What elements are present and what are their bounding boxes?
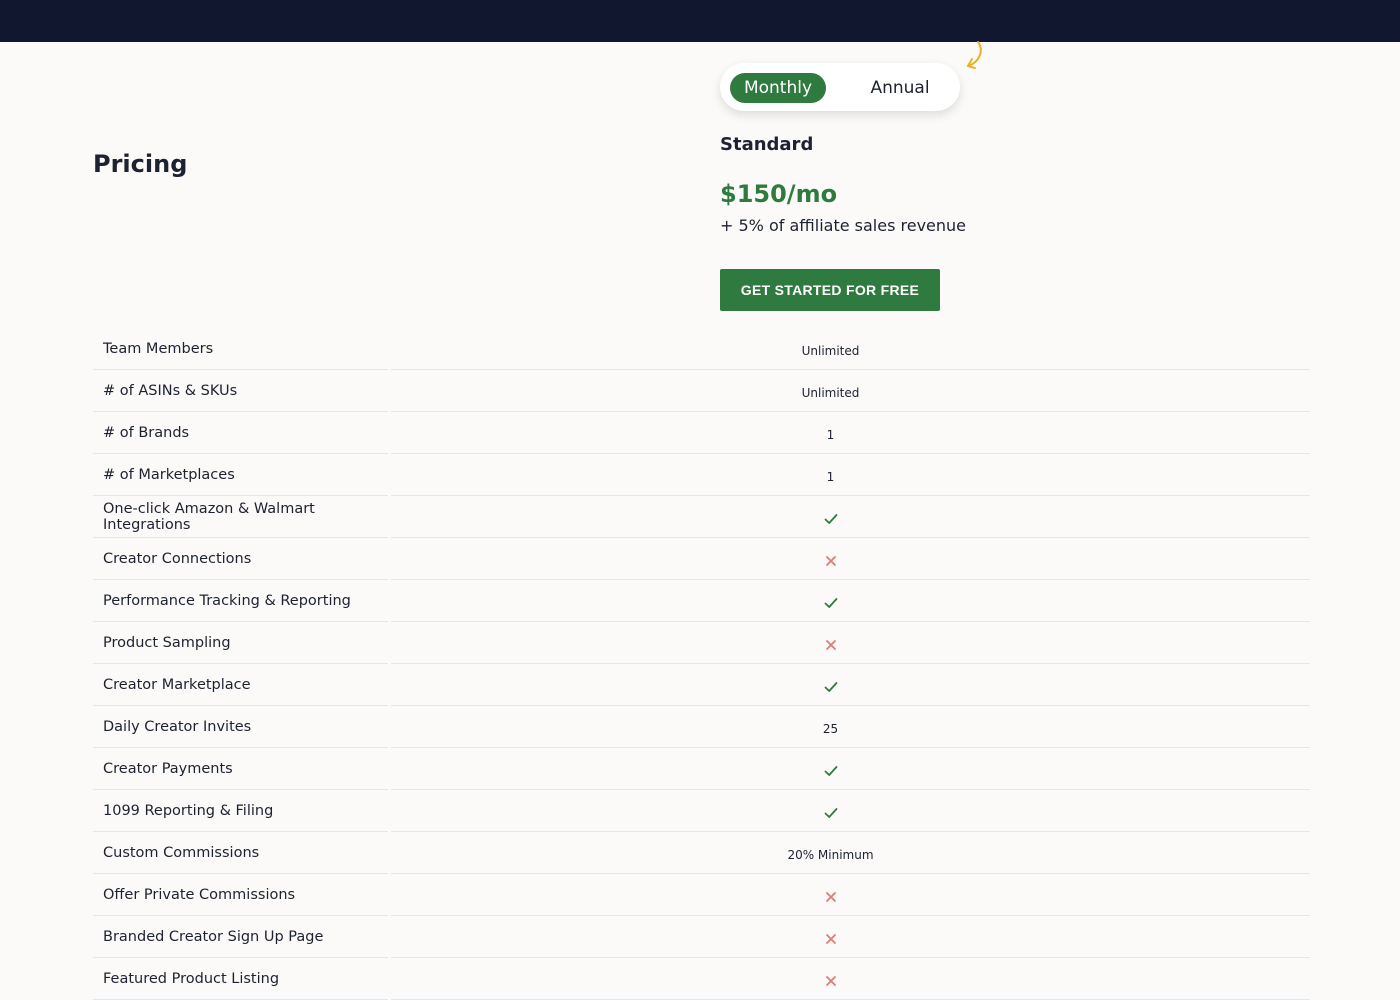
feature-value-cell (391, 748, 1310, 790)
cross-icon (825, 975, 836, 986)
feature-value-cell (391, 916, 1310, 958)
feature-row: Performance Tracking & Reporting (93, 580, 1310, 622)
feature-value: Unlimited (801, 385, 860, 400)
feature-row: Featured Product Listing (93, 958, 1310, 1000)
feature-row: Team Members Unlimited (93, 328, 1310, 370)
cross-icon (825, 639, 836, 650)
plan-name: Standard (720, 134, 814, 155)
cross-icon (825, 891, 836, 902)
feature-value-cell (391, 622, 1310, 664)
feature-value-cell (391, 538, 1310, 580)
top-nav-bar (0, 0, 1400, 42)
check-icon (824, 681, 837, 692)
feature-label: # of ASINs & SKUs (93, 370, 388, 412)
feature-row: # of Brands 1 (93, 412, 1310, 454)
plan-price: $150/mo (720, 180, 838, 208)
feature-label: Custom Commissions (93, 832, 388, 874)
feature-value-cell (391, 790, 1310, 832)
feature-value-cell (391, 958, 1310, 1000)
feature-label: Offer Private Commissions (93, 874, 388, 916)
feature-label: Creator Marketplace (93, 664, 388, 706)
feature-row: Creator Marketplace (93, 664, 1310, 706)
feature-label: Team Members (93, 328, 388, 370)
feature-label: Performance Tracking & Reporting (93, 580, 388, 622)
feature-label: 1099 Reporting & Filing (93, 790, 388, 832)
feature-label: Product Sampling (93, 622, 388, 664)
billing-toggle[interactable]: Monthly Annual (720, 63, 960, 111)
feature-label: Daily Creator Invites (93, 706, 388, 748)
feature-label: # of Marketplaces (93, 454, 388, 496)
feature-value-cell: Unlimited (391, 370, 1310, 412)
feature-value: 25 (822, 721, 839, 736)
feature-value-cell: 1 (391, 412, 1310, 454)
check-icon (824, 765, 837, 776)
feature-label: Featured Product Listing (93, 958, 388, 1000)
feature-row: Branded Creator Sign Up Page (93, 916, 1310, 958)
page-title: Pricing (93, 150, 188, 178)
feature-value-cell (391, 496, 1310, 538)
check-icon (824, 807, 837, 818)
feature-row: # of ASINs & SKUs Unlimited (93, 370, 1310, 412)
toggle-annual[interactable]: Annual (860, 73, 940, 103)
feature-row: One-click Amazon & Walmart Integrations (93, 496, 1310, 538)
feature-row: Creator Connections (93, 538, 1310, 580)
feature-row: Offer Private Commissions (93, 874, 1310, 916)
feature-value-cell: Unlimited (391, 328, 1310, 370)
feature-value: Unlimited (801, 343, 860, 358)
feature-value: 1 (826, 427, 835, 442)
feature-label: One-click Amazon & Walmart Integrations (93, 496, 388, 538)
check-icon (824, 513, 837, 524)
check-icon (824, 597, 837, 608)
feature-label: # of Brands (93, 412, 388, 454)
feature-value-cell: 1 (391, 454, 1310, 496)
feature-comparison-table: Team Members Unlimited # of ASINs & SKUs Un… (93, 328, 1310, 1000)
cross-icon (825, 555, 836, 566)
curved-arrow-icon (967, 41, 982, 69)
feature-value-cell (391, 580, 1310, 622)
feature-row: Product Sampling (93, 622, 1310, 664)
feature-label: Creator Connections (93, 538, 388, 580)
feature-row: Custom Commissions 20% Minimum (93, 832, 1310, 874)
get-started-button[interactable]: GET STARTED FOR FREE (720, 269, 940, 311)
feature-value-cell (391, 874, 1310, 916)
feature-value-cell: 20% Minimum (391, 832, 1310, 874)
feature-row: 1099 Reporting & Filing (93, 790, 1310, 832)
feature-label: Branded Creator Sign Up Page (93, 916, 388, 958)
feature-value-cell: 25 (391, 706, 1310, 748)
toggle-monthly[interactable]: Monthly (730, 73, 826, 103)
plan-price-note: + 5% of affiliate sales revenue (720, 216, 966, 235)
feature-label: Creator Payments (93, 748, 388, 790)
cross-icon (825, 933, 836, 944)
feature-row: Daily Creator Invites 25 (93, 706, 1310, 748)
feature-value: 20% Minimum (787, 847, 874, 862)
feature-value: 1 (826, 469, 835, 484)
feature-row: Creator Payments (93, 748, 1310, 790)
feature-row: # of Marketplaces 1 (93, 454, 1310, 496)
feature-value-cell (391, 664, 1310, 706)
